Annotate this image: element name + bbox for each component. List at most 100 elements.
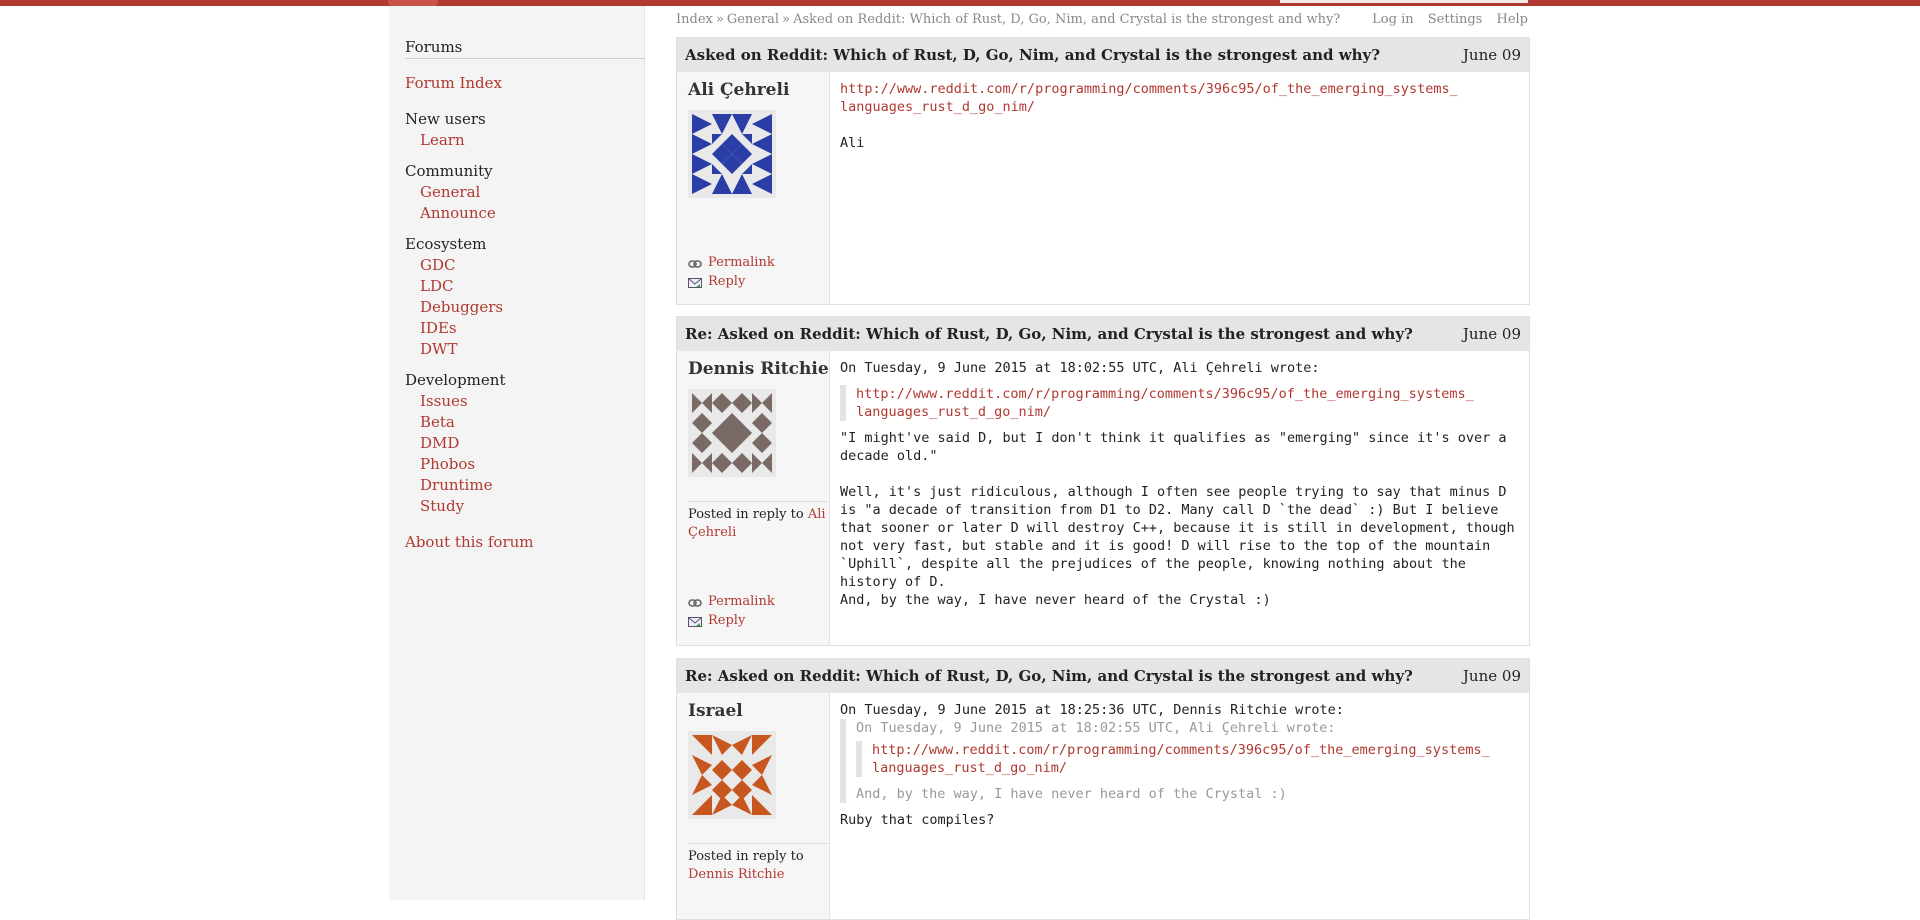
identicon-image [692,114,772,194]
quote-header: On Tuesday, 9 June 2015 at 18:02:55 UTC,… [840,360,1320,376]
paragraph: Ruby that compiles? [840,812,995,828]
post-header: Re: Asked on Reddit: Which of Rust, D, G… [677,317,1529,351]
permalink-label[interactable]: Permalink [708,594,775,609]
paragraph: Well, it's just ridiculous, although I o… [840,484,1523,590]
sidebar-category: Community [405,162,493,180]
breadcrumb-separator: » [715,12,724,27]
sidebar: Forums Forum Index New users Learn Commu… [389,6,645,900]
permalink-label[interactable]: Permalink [708,255,775,270]
top-links: Log in Settings Help [1362,12,1528,27]
reply-label[interactable]: Reply [708,613,745,628]
reply-mail-icon [688,616,702,627]
author-column: Dennis Ritchie Posted in reply to Ali Çe… [677,351,830,645]
author-column: Israel Posted in reply to Dennis Ritchie [677,693,830,919]
reply-link[interactable]: Reply [688,274,745,289]
sidebar-forum-index[interactable]: Forum Index [405,73,502,94]
post-content: On Tuesday, 9 June 2015 at 18:02:55 UTC,… [840,359,1515,609]
permalink-link[interactable]: Permalink [688,594,775,609]
link-line-2[interactable]: languages_rust_d_go_nim/ [856,404,1051,420]
avatar [688,110,776,198]
reply-link[interactable]: Reply [688,613,745,628]
post-title[interactable]: Re: Asked on Reddit: Which of Rust, D, G… [685,325,1413,343]
post-body: Ali Çehreli Permalink Reply http://www.r… [677,72,1529,304]
post-date: June 09 [1462,667,1521,685]
author-name: Dennis Ritchie [688,359,829,379]
sidebar-item-announce[interactable]: Announce [420,203,496,224]
author-name: Ali Çehreli [688,80,790,100]
post-body: Dennis Ritchie Posted in reply to Ali Çe… [677,351,1529,645]
reply-to-author-link[interactable]: Dennis Ritchie [688,867,785,882]
sidebar-category: New users [405,110,486,128]
link-line-2[interactable]: languages_rust_d_go_nim/ [872,760,1067,776]
quote-header: On Tuesday, 9 June 2015 at 18:25:36 UTC,… [840,702,1344,718]
settings-link[interactable]: Settings [1428,12,1483,27]
link-line-1[interactable]: http://www.reddit.com/r/programming/comm… [840,81,1458,97]
sidebar-heading: Forums [405,38,645,59]
sidebar-item-gdc[interactable]: GDC [420,255,456,276]
posted-in-reply-to: Posted in reply to Dennis Ritchie [688,843,828,884]
reddit-link[interactable]: http://www.reddit.com/r/programming/comm… [872,742,1490,776]
post-date: June 09 [1462,325,1521,343]
sidebar-category: Development [405,371,506,389]
login-link[interactable]: Log in [1372,12,1413,27]
paragraph: "I might've said D, but I don't think it… [840,430,1515,464]
post-body: Israel Posted in reply to Dennis Ritchie… [677,693,1529,919]
sidebar-item-dwt[interactable]: DWT [420,339,457,360]
sidebar-item-ides[interactable]: IDEs [420,318,457,339]
post: Re: Asked on Reddit: Which of Rust, D, G… [676,316,1530,646]
link-line-2[interactable]: languages_rust_d_go_nim/ [840,99,1035,115]
reply-prefix: Posted in reply to [688,849,804,864]
quoted-text: And, by the way, I have never heard of t… [856,786,1287,802]
sidebar-item-phobos[interactable]: Phobos [420,454,475,475]
signature: Ali [840,135,865,151]
sidebar-item-ldc[interactable]: LDC [420,276,453,297]
sidebar-item-general[interactable]: General [420,182,480,203]
help-link[interactable]: Help [1496,12,1528,27]
post-header: Re: Asked on Reddit: Which of Rust, D, G… [677,659,1529,693]
identicon-image [692,393,772,473]
sidebar-about[interactable]: About this forum [405,532,534,553]
link-line-1[interactable]: http://www.reddit.com/r/programming/comm… [872,742,1490,758]
post-content: On Tuesday, 9 June 2015 at 18:25:36 UTC,… [840,701,1515,829]
sidebar-item-dmd[interactable]: DMD [420,433,459,454]
sidebar-item-druntime[interactable]: Druntime [420,475,492,496]
reddit-link[interactable]: http://www.reddit.com/r/programming/comm… [856,386,1474,420]
post-content: http://www.reddit.com/r/programming/comm… [840,80,1515,152]
reddit-link[interactable]: http://www.reddit.com/r/programming/comm… [840,81,1458,115]
posted-in-reply-to: Posted in reply to Ali Çehreli [688,501,828,542]
post-date: June 09 [1462,46,1521,64]
sidebar-item-debuggers[interactable]: Debuggers [420,297,503,318]
author-column: Ali Çehreli Permalink Reply [677,72,830,304]
reply-mail-icon [688,277,702,288]
paragraph: And, by the way, I have never heard of t… [840,592,1271,608]
breadcrumb-general[interactable]: General [727,12,779,27]
post: Asked on Reddit: Which of Rust, D, Go, N… [676,37,1530,305]
reply-label[interactable]: Reply [708,274,745,289]
link-icon [688,258,702,268]
sidebar-item-issues[interactable]: Issues [420,391,468,412]
author-name: Israel [688,701,743,721]
sidebar-item-study[interactable]: Study [420,496,464,517]
reply-prefix: Posted in reply to [688,507,804,522]
blockquote: http://www.reddit.com/r/programming/comm… [840,385,1515,421]
avatar [688,731,776,819]
sidebar-item-learn[interactable]: Learn [420,130,465,151]
identicon-image [692,735,772,815]
breadcrumb-separator: » [782,12,791,27]
permalink-link[interactable]: Permalink [688,255,775,270]
quote-header: On Tuesday, 9 June 2015 at 18:02:55 UTC,… [856,720,1336,736]
breadcrumb: Index» General» Asked on Reddit: Which of … [676,12,1340,27]
post-title[interactable]: Asked on Reddit: Which of Rust, D, Go, N… [685,46,1380,64]
link-line-1[interactable]: http://www.reddit.com/r/programming/comm… [856,386,1474,402]
post-title[interactable]: Re: Asked on Reddit: Which of Rust, D, G… [685,667,1413,685]
avatar [688,389,776,477]
sidebar-category: Ecosystem [405,235,487,253]
link-icon [688,597,702,607]
search-box-edge[interactable] [1280,0,1528,3]
breadcrumb-thread[interactable]: Asked on Reddit: Which of Rust, D, Go, N… [793,12,1340,27]
breadcrumb-index[interactable]: Index [676,12,713,27]
post-header: Asked on Reddit: Which of Rust, D, Go, N… [677,38,1529,72]
nested-blockquote: http://www.reddit.com/r/programming/comm… [856,741,1515,777]
blockquote: On Tuesday, 9 June 2015 at 18:02:55 UTC,… [840,719,1515,803]
sidebar-item-beta[interactable]: Beta [420,412,455,433]
